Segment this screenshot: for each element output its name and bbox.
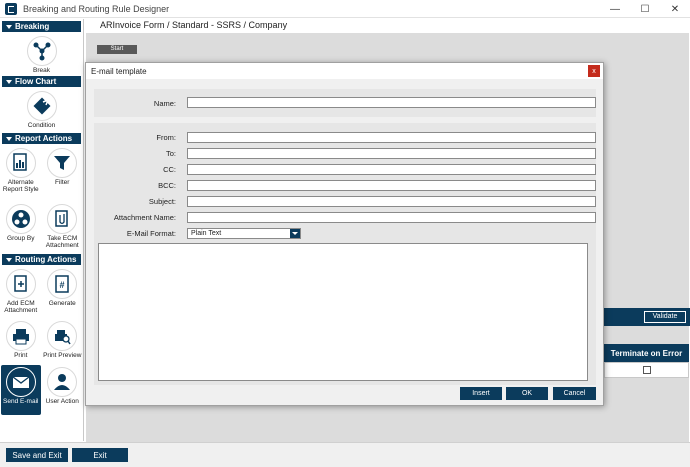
start-node[interactable]: Start: [97, 45, 137, 54]
bottom-bar: Save and Exit Exit: [0, 442, 690, 467]
filter-icon: [47, 148, 78, 178]
tool-group-by[interactable]: Group By: [1, 202, 41, 252]
tool-label: Filter: [55, 179, 70, 186]
section-routing-actions[interactable]: Routing Actions: [2, 254, 81, 265]
from-field[interactable]: [187, 132, 596, 143]
minimize-button[interactable]: —: [600, 0, 630, 18]
close-window-button[interactable]: ✕: [660, 0, 690, 18]
section-label: Flow Chart: [15, 77, 57, 86]
save-and-exit-button[interactable]: Save and Exit: [6, 448, 68, 462]
bcc-label: BCC:: [158, 181, 176, 190]
group-by-icon: [5, 204, 36, 234]
section-label: Routing Actions: [15, 255, 77, 264]
break-icon: [26, 36, 57, 66]
breadcrumb: ARInvoice Form / Standard - SSRS / Compa…: [100, 20, 288, 30]
tool-label: Print: [14, 352, 28, 359]
terminate-on-error-checkbox[interactable]: [642, 366, 651, 374]
chevron-down-icon[interactable]: [290, 229, 300, 238]
dialog-close-button[interactable]: x: [588, 65, 600, 77]
tool-take-ecm-attachment[interactable]: Take ECM Attachment: [42, 202, 82, 252]
cancel-button[interactable]: Cancel: [553, 387, 596, 400]
to-field[interactable]: [187, 148, 596, 159]
condition-icon: [26, 91, 57, 121]
envelope-icon: [5, 367, 36, 397]
tool-label: Alternate Report Style: [2, 179, 39, 193]
table-row: [604, 362, 689, 378]
email-format-label: E-Mail Format:: [126, 229, 176, 238]
dialog-title: E-mail template: [91, 66, 147, 76]
tool-label: Take ECM Attachment: [45, 235, 79, 249]
caret-icon: [6, 136, 12, 141]
insert-button[interactable]: Insert: [460, 387, 502, 400]
cc-field[interactable]: [187, 164, 596, 175]
ok-button[interactable]: OK: [506, 387, 548, 400]
caret-icon: [6, 79, 12, 84]
svg-text:#: #: [60, 280, 65, 290]
section-label: Breaking: [15, 22, 50, 31]
tool-label: Group By: [7, 235, 35, 242]
section-flow-chart[interactable]: Flow Chart: [2, 76, 81, 87]
tool-add-ecm-attachment[interactable]: Add ECM Attachment: [1, 267, 41, 319]
subject-field[interactable]: [187, 196, 596, 207]
print-preview-icon: [47, 321, 78, 351]
attachment-name-field[interactable]: [187, 212, 596, 223]
tool-label: User Action: [45, 398, 79, 405]
tool-label: Print Preview: [43, 352, 82, 359]
tool-label: Condition: [27, 122, 56, 129]
tool-label: Generate: [48, 300, 76, 307]
from-label: From:: [156, 133, 176, 142]
tool-alternate-report-style[interactable]: Alternate Report Style: [1, 146, 41, 202]
tool-condition[interactable]: Condition: [22, 89, 62, 131]
exit-button[interactable]: Exit: [72, 448, 128, 462]
caret-icon: [6, 257, 12, 262]
validate-button[interactable]: Validate: [644, 311, 686, 323]
email-format-select[interactable]: Plain Text: [187, 228, 301, 239]
toolbox-sidebar: Breaking Break Flow Chart Condition Repo…: [0, 19, 84, 441]
window-title: Breaking and Routing Rule Designer: [23, 3, 170, 14]
window-controls: — ☐ ✕: [600, 0, 690, 18]
email-format-value: Plain Text: [191, 230, 222, 237]
maximize-button[interactable]: ☐: [630, 0, 660, 18]
section-breaking[interactable]: Breaking: [2, 21, 81, 32]
bcc-field[interactable]: [187, 180, 596, 191]
name-field[interactable]: [187, 97, 596, 108]
name-panel: Name:: [94, 89, 596, 117]
take-attachment-icon: [47, 204, 78, 234]
tool-label: Add ECM Attachment: [4, 300, 38, 314]
tool-generate[interactable]: # Generate: [42, 267, 82, 319]
app-icon: [5, 2, 17, 15]
name-label: Name:: [153, 99, 176, 108]
email-body-editor[interactable]: [98, 243, 588, 381]
tool-send-email[interactable]: Send E-mail: [0, 365, 41, 415]
user-icon: [47, 367, 78, 397]
tool-break[interactable]: Break: [22, 34, 62, 74]
cc-label: CC:: [163, 165, 176, 174]
tool-label: Break: [33, 67, 50, 74]
dialog-title-bar: E-mail template x: [86, 63, 603, 79]
to-label: To:: [165, 149, 176, 158]
subject-label: Subject:: [148, 197, 176, 206]
tool-label: Send E-mail: [3, 398, 39, 405]
tool-print-preview[interactable]: Print Preview: [42, 319, 82, 365]
print-icon: [5, 321, 36, 351]
tool-filter[interactable]: Filter: [42, 146, 82, 202]
section-report-actions[interactable]: Report Actions: [2, 133, 81, 144]
generate-icon: #: [47, 269, 78, 299]
tool-user-action[interactable]: User Action: [42, 365, 82, 415]
attachment-name-label: Attachment Name:: [113, 213, 176, 222]
tool-print[interactable]: Print: [1, 319, 41, 365]
terminate-on-error-header: Terminate on Error: [604, 344, 689, 362]
report-style-icon: [5, 148, 36, 178]
section-label: Report Actions: [15, 134, 73, 143]
caret-icon: [6, 24, 12, 29]
title-bar: Breaking and Routing Rule Designer — ☐ ✕: [0, 0, 690, 18]
email-template-dialog: E-mail template x Name: From: To: CC: BC…: [85, 62, 604, 406]
add-attachment-icon: [5, 269, 36, 299]
